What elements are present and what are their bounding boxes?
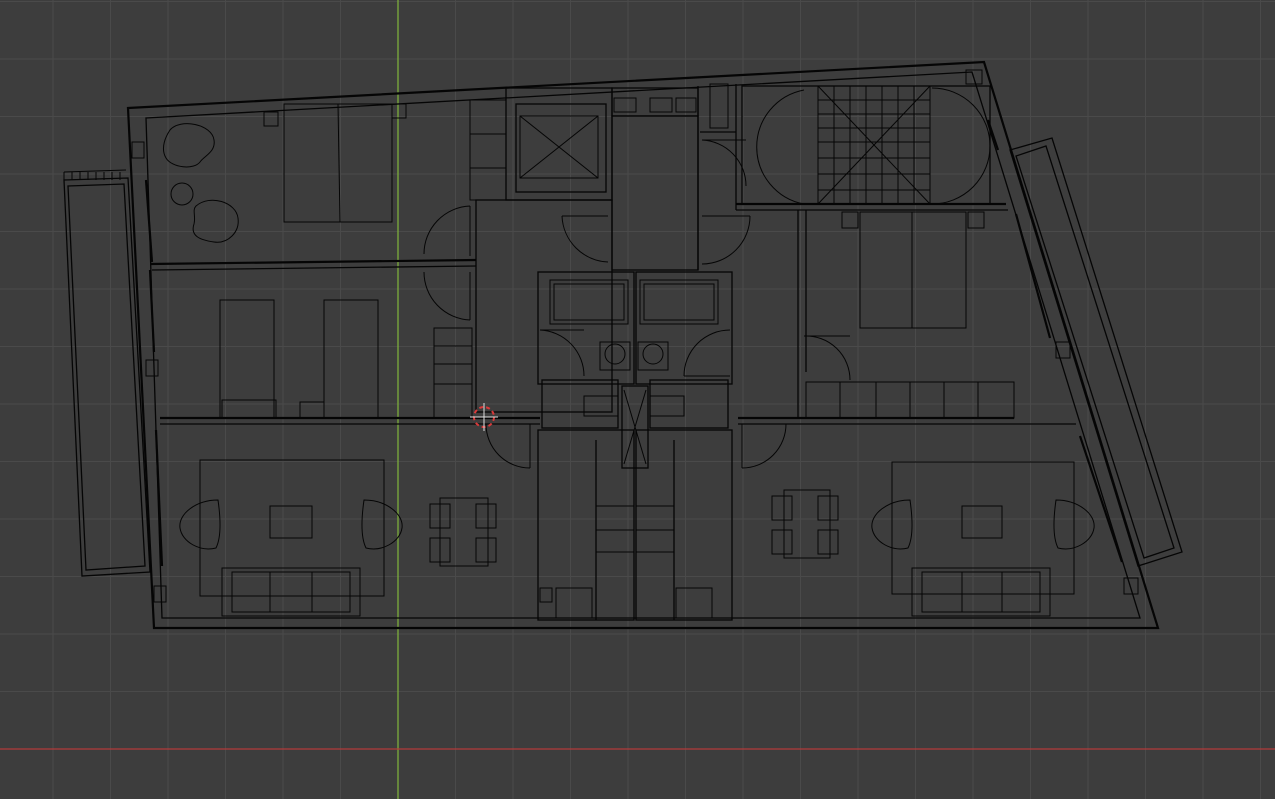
stair-treads bbox=[817, 85, 931, 205]
duct bbox=[613, 97, 637, 113]
armchair bbox=[361, 499, 403, 550]
chair bbox=[771, 529, 793, 555]
window bbox=[1014, 213, 1052, 339]
inner-wall bbox=[145, 71, 1141, 619]
window bbox=[1078, 435, 1124, 563]
right-balcony bbox=[1009, 137, 1183, 567]
nightstand bbox=[391, 103, 407, 119]
column bbox=[131, 141, 145, 159]
viewport-canvas[interactable] bbox=[0, 0, 1275, 799]
viewport-grid bbox=[0, 0, 1275, 799]
duct bbox=[649, 97, 673, 113]
kitchen bbox=[635, 429, 733, 621]
chair bbox=[817, 529, 839, 555]
bathtub bbox=[549, 279, 629, 325]
3d-cursor-icon[interactable] bbox=[470, 403, 498, 431]
rug bbox=[199, 459, 385, 597]
wall bbox=[151, 265, 477, 271]
dining-table bbox=[439, 497, 489, 567]
door bbox=[803, 335, 851, 381]
chair bbox=[817, 495, 839, 521]
side-table bbox=[170, 182, 194, 206]
rug bbox=[891, 461, 1075, 595]
column bbox=[1123, 577, 1139, 595]
armchair bbox=[192, 199, 239, 243]
bed-split bbox=[337, 103, 341, 223]
bed bbox=[859, 211, 967, 329]
bed bbox=[323, 299, 379, 419]
shelf bbox=[469, 99, 507, 201]
column bbox=[539, 587, 553, 603]
chair bbox=[475, 503, 497, 529]
column bbox=[145, 359, 159, 377]
right-balcony-rail bbox=[1015, 145, 1175, 559]
nightstand bbox=[841, 211, 859, 229]
column bbox=[153, 585, 167, 603]
nightstand bbox=[967, 211, 985, 229]
door bbox=[539, 329, 585, 377]
door bbox=[423, 271, 471, 321]
3d-viewport[interactable] bbox=[0, 0, 1275, 799]
armchair bbox=[163, 123, 215, 168]
chair bbox=[771, 495, 793, 521]
stair-landing bbox=[931, 87, 991, 205]
door bbox=[683, 329, 731, 377]
sink bbox=[649, 395, 685, 417]
sofa bbox=[221, 567, 361, 617]
sofa-seat bbox=[921, 571, 1041, 613]
stair-landing bbox=[756, 89, 805, 205]
bathtub bbox=[639, 279, 719, 325]
dining-table bbox=[783, 489, 831, 559]
door bbox=[701, 139, 747, 187]
sofa-seat bbox=[231, 571, 351, 613]
window bbox=[154, 429, 164, 567]
nightstand bbox=[221, 399, 277, 419]
coffee-table bbox=[269, 505, 313, 539]
floor-plan[interactable] bbox=[63, 60, 1183, 630]
core-wall bbox=[505, 87, 613, 201]
sink bbox=[583, 395, 619, 417]
sofa bbox=[911, 567, 1051, 617]
stove bbox=[675, 587, 713, 619]
coffee-table bbox=[961, 505, 1003, 539]
nightstand bbox=[263, 111, 279, 127]
duct bbox=[709, 83, 729, 129]
window bbox=[148, 269, 156, 353]
chair bbox=[475, 537, 497, 563]
door bbox=[561, 215, 609, 263]
stove bbox=[555, 587, 593, 619]
wall bbox=[149, 258, 477, 266]
